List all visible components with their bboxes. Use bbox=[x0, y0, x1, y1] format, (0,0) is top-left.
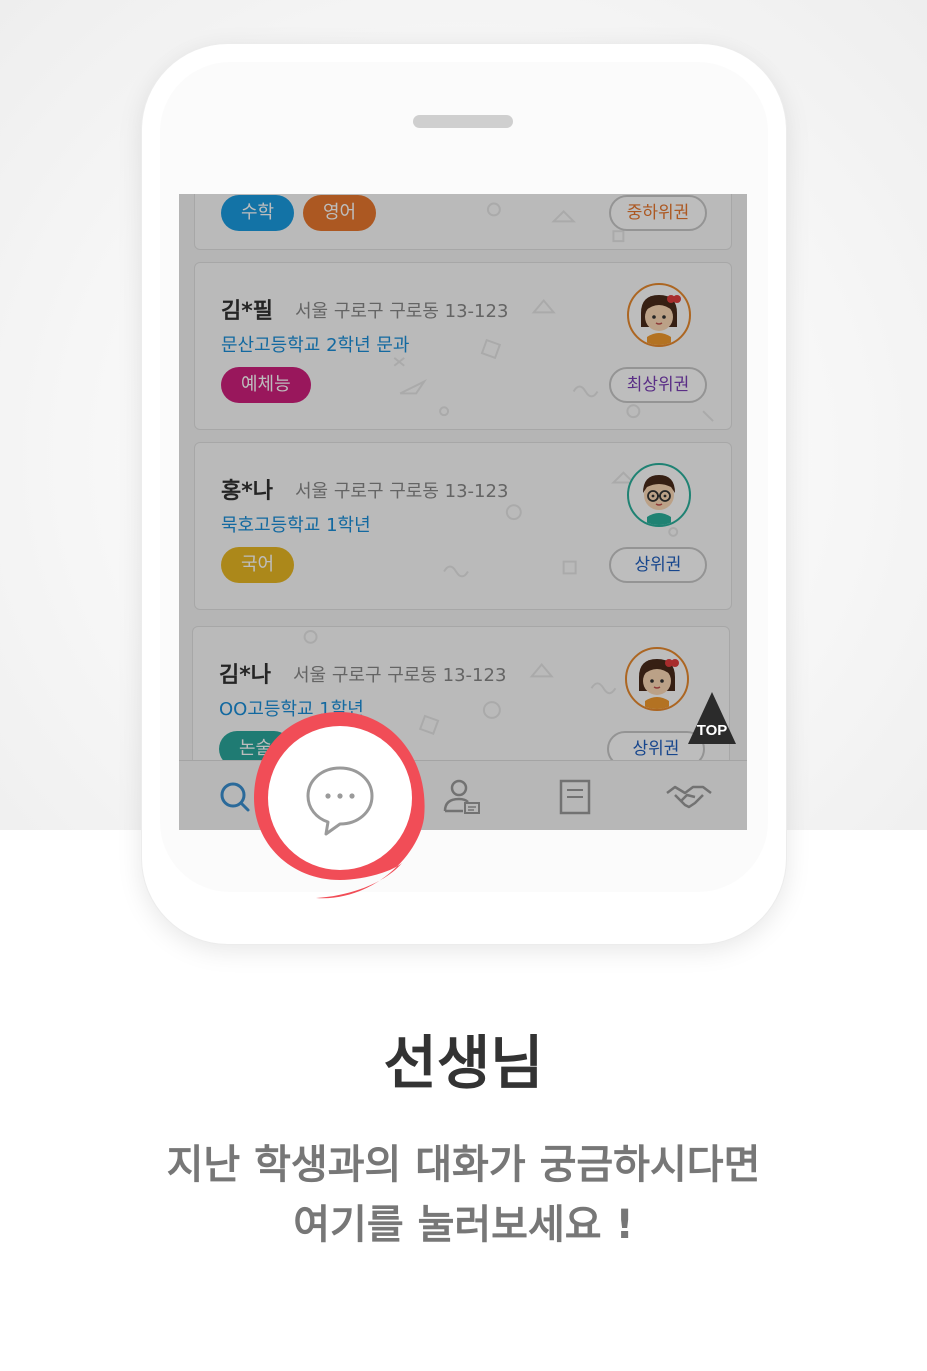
scroll-top-button[interactable]: TOP bbox=[688, 692, 736, 744]
phone-speaker bbox=[413, 115, 513, 128]
scroll-top-label: TOP bbox=[696, 722, 728, 739]
chat-tab-highlight[interactable] bbox=[250, 708, 430, 908]
description-line: 지난 학생과의 대화가 궁금하시다면 bbox=[166, 1142, 761, 1188]
page-title: 선생님 bbox=[383, 1029, 544, 1097]
description-line: 여기를 눌러보세요 ! bbox=[293, 1202, 634, 1248]
